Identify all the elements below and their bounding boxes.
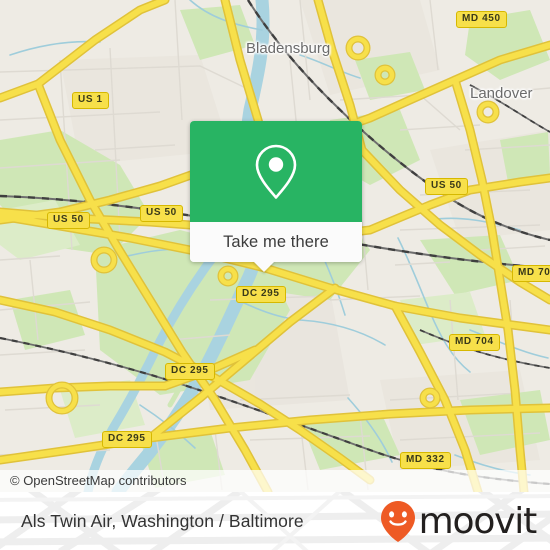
moovit-wordmark: moovit <box>418 500 538 542</box>
highway-shield: US 50 <box>47 212 90 229</box>
osm-attribution[interactable]: © OpenStreetMap contributors <box>0 470 550 492</box>
highway-shield: MD 704 <box>512 265 550 282</box>
highway-shield: MD 450 <box>456 11 507 28</box>
place-label: Landover <box>470 85 533 102</box>
moovit-map-screenshot: US 1 MD 450 US 50 US 50 US 50 DC 295 MD 704 MD … <box>0 0 550 550</box>
highway-shield: MD 332 <box>400 452 451 469</box>
moovit-smiley-pin-logo <box>380 501 415 542</box>
highway-shield: DC 295 <box>236 286 286 303</box>
footer-bar: Als Twin Air, Washington / Baltimore moo… <box>0 492 550 550</box>
moovit-logo[interactable]: moovit <box>378 499 538 543</box>
highway-shield: DC 295 <box>102 431 152 448</box>
callout-icon-area <box>190 121 362 222</box>
destination-callout-card[interactable]: Take me there <box>190 121 362 272</box>
take-me-there-label: Take me there <box>223 232 329 251</box>
map-pin-icon <box>255 144 297 199</box>
highway-shield: US 1 <box>72 92 109 109</box>
map-canvas[interactable]: US 1 MD 450 US 50 US 50 US 50 DC 295 MD 704 MD … <box>0 0 550 492</box>
highway-shield: MD 704 <box>449 334 500 351</box>
callout-pointer-tail <box>253 261 275 272</box>
callout-action-area[interactable]: Take me there <box>190 222 362 272</box>
page-title: Als Twin Air, Washington / Baltimore <box>21 510 304 531</box>
highway-shield: DC 295 <box>165 363 215 380</box>
place-label: Bladensburg <box>246 40 331 57</box>
highway-shield: US 50 <box>425 178 468 195</box>
highway-shield: US 50 <box>140 205 183 222</box>
